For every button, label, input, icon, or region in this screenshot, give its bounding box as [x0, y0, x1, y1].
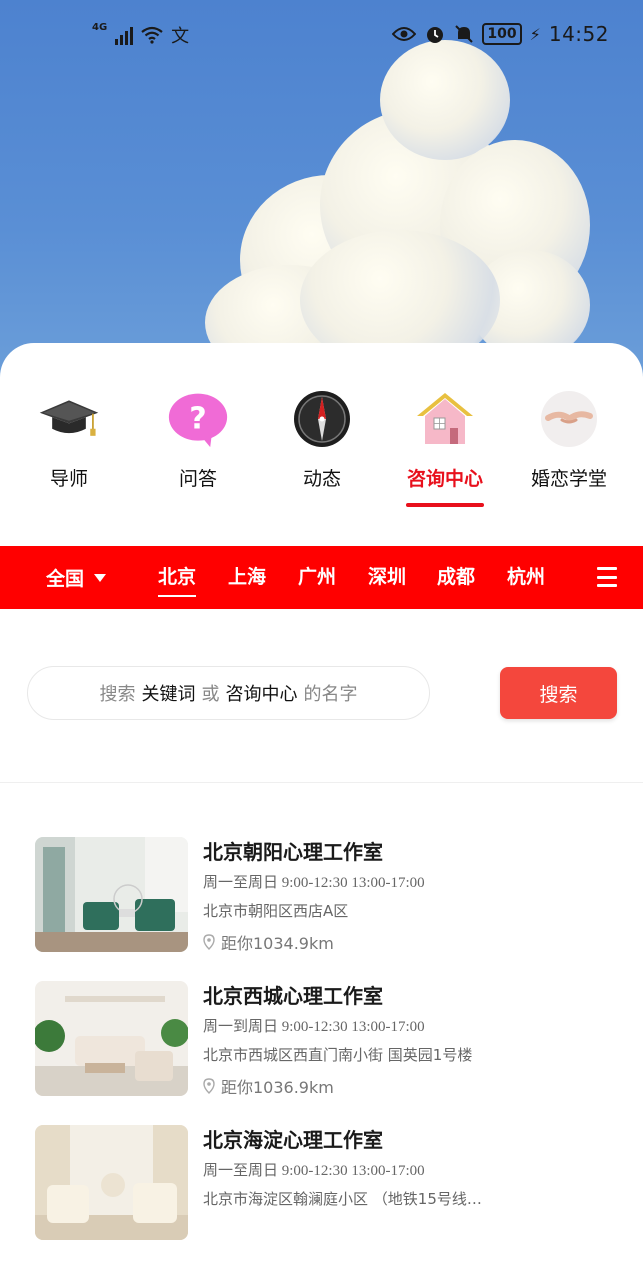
list-item[interactable]: 北京海淀心理工作室 周一至周日 9:00-12:30 13:00-17:00 北…: [35, 1125, 615, 1245]
active-tab-underline: [406, 503, 484, 507]
category-qa[interactable]: ? 问答: [143, 388, 253, 491]
section-divider: [0, 782, 643, 783]
svg-text:?: ?: [189, 401, 206, 436]
center-address: 北京市西城区西直门南小街 国英园1号楼: [203, 1046, 473, 1064]
center-hours: 9:00-12:30 13:00-17:00: [281, 875, 425, 891]
caret-down-icon: [94, 573, 107, 582]
search-placeholder-or: 或: [201, 684, 220, 705]
category-nav: 导师 ? 问答 动态 咨询中心 婚恋学堂: [0, 388, 643, 508]
search-button[interactable]: 搜索: [500, 667, 617, 719]
search-placeholder-prefix: 搜索: [99, 684, 136, 705]
search-placeholder-suffix: 的名字: [303, 684, 358, 705]
search-placeholder-center: 咨询中心: [225, 684, 298, 705]
graduation-cap-icon: [38, 388, 100, 450]
center-days: 周一到周日: [203, 1017, 279, 1035]
category-label: 导师: [49, 468, 88, 490]
region-selector[interactable]: 全国: [46, 546, 107, 609]
hero-sky-image: [0, 0, 643, 380]
compass-icon: [291, 388, 353, 450]
network-type: 4G: [92, 22, 108, 33]
house-icon: [414, 388, 476, 450]
category-consult-center[interactable]: 咨询中心: [390, 388, 500, 507]
wifi-icon: [141, 26, 163, 44]
clock-time: 14:52: [548, 22, 609, 46]
signal-icon: [115, 25, 134, 45]
category-label: 婚恋学堂: [530, 468, 607, 490]
category-label: 问答: [178, 468, 217, 490]
center-days: 周一至周日: [203, 1161, 279, 1179]
charging-icon: ⚡: [529, 24, 541, 44]
center-name: 北京海淀心理工作室: [203, 1128, 383, 1152]
city-tab[interactable]: 北京: [158, 546, 197, 609]
center-hours: 9:00-12:30 13:00-17:00: [281, 1019, 425, 1035]
alarm-icon: [427, 27, 444, 43]
center-distance: 距你1034.9km: [221, 934, 334, 953]
category-feed[interactable]: 动态: [267, 388, 377, 491]
wifi-label: 文: [171, 26, 190, 47]
category-label: 咨询中心: [406, 468, 483, 490]
battery-indicator: 100: [482, 23, 522, 45]
category-mentor[interactable]: 导师: [14, 388, 124, 491]
mute-bell-icon: [455, 25, 474, 43]
list-item[interactable]: 北京朝阳心理工作室 周一至周日 9:00-12:30 13:00-17:00 北…: [35, 837, 615, 957]
location-pin-icon: [203, 934, 215, 950]
status-bar: 4G 文 100 ⚡ 14:52: [0, 20, 643, 54]
hamburger-menu-icon[interactable]: [597, 567, 617, 587]
region-label: 全国: [46, 568, 85, 590]
city-tab-bar: 全国 北京 上海 广州 深圳 成都 杭州: [0, 546, 643, 609]
center-photo: [35, 1125, 188, 1240]
city-tab[interactable]: 杭州: [507, 546, 545, 609]
center-photo: [35, 837, 188, 952]
center-photo: [35, 981, 188, 1096]
city-tab[interactable]: 上海: [228, 546, 266, 609]
city-tab[interactable]: 深圳: [368, 546, 406, 609]
city-tab[interactable]: 成都: [437, 546, 475, 609]
center-address: 北京市朝阳区西店A区: [203, 902, 349, 920]
search-input[interactable]: 搜索 关键词 或 咨询中心 的名字: [27, 666, 430, 720]
center-name: 北京西城心理工作室: [203, 984, 383, 1008]
eye-icon: [392, 27, 417, 41]
location-pin-icon: [203, 1078, 215, 1094]
category-label: 动态: [302, 468, 341, 490]
center-days: 周一至周日: [203, 873, 279, 891]
center-address: 北京市海淀区翰澜庭小区 （地铁15号线…: [203, 1190, 482, 1208]
center-hours: 9:00-12:30 13:00-17:00: [281, 1163, 425, 1179]
category-marriage-school[interactable]: 婚恋学堂: [514, 388, 624, 491]
list-item[interactable]: 北京西城心理工作室 周一到周日 9:00-12:30 13:00-17:00 北…: [35, 981, 615, 1101]
question-bubble-icon: ?: [167, 388, 229, 450]
search-placeholder-keyword: 关键词: [141, 684, 196, 705]
center-distance: 距你1036.9km: [221, 1078, 334, 1097]
holding-hands-icon: [538, 388, 600, 450]
center-name: 北京朝阳心理工作室: [203, 840, 383, 864]
city-tab[interactable]: 广州: [298, 546, 336, 609]
